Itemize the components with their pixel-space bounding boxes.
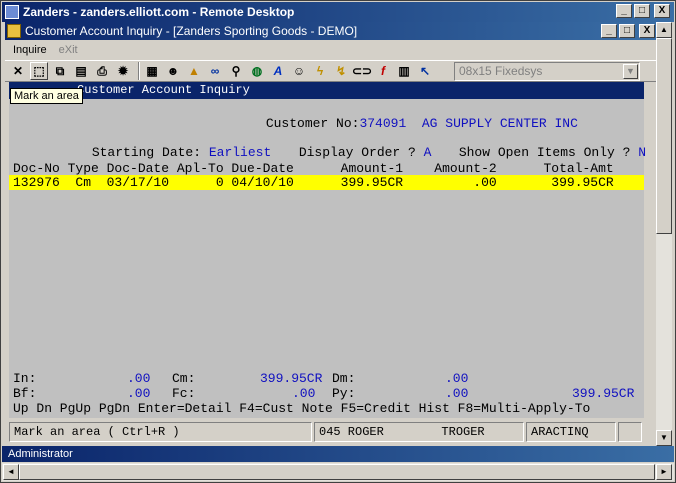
scroll-up-icon[interactable]: ▲ (656, 22, 672, 38)
rd-minimize-button[interactable]: _ (616, 4, 632, 18)
calculator-icon[interactable]: ▥ (395, 62, 413, 80)
toolbar-separator (138, 62, 140, 80)
in-value: .00 (127, 371, 151, 386)
starting-date-label: Starting Date: (91, 145, 202, 160)
rd-titlebar[interactable]: Zanders - zanders.elliott.com - Remote D… (2, 2, 674, 22)
settings-icon[interactable]: ✹ (114, 62, 132, 80)
dm-value: .00 (445, 371, 469, 386)
mark-area-icon[interactable]: ⬚ (30, 62, 48, 80)
dm-label: Dm: (332, 371, 356, 386)
horizontal-scroll-thumb[interactable] (19, 464, 655, 480)
terminal-title: Customer Account Inquiry (9, 82, 644, 99)
app-close-button[interactable]: X (639, 24, 655, 38)
status-program: ARACTINQ (526, 422, 616, 442)
customer-name: AG SUPPLY CENTER INC (421, 116, 578, 131)
close-x-icon[interactable]: ✕ (9, 62, 27, 80)
tooltip: Mark an area (10, 88, 83, 104)
cm-label: Cm: (172, 371, 196, 386)
bf-value: .00 (127, 386, 151, 401)
scroll-right-icon[interactable]: ► (656, 464, 672, 480)
toolbar: ✕ ⬚ ⧉ ▤ ⎙ ✹ ▦ ☻ ▲ ∞ ⚲ ◍ A ☺ ϟ ↯ ⊂⊃ f ▥ ↖… (5, 60, 657, 82)
chevron-down-icon[interactable]: ▼ (623, 64, 638, 79)
open-items-value[interactable]: N (638, 145, 646, 160)
scroll-down-icon[interactable]: ▼ (656, 430, 672, 446)
bf-label: Bf: (13, 386, 37, 401)
fc-value: .00 (292, 386, 316, 401)
py-label: Py: (332, 386, 356, 401)
paste-icon[interactable]: ▤ (72, 62, 90, 80)
font-select[interactable]: 08x15 Fixedsys ▼ (454, 62, 640, 81)
app-icon (7, 24, 21, 38)
customer-label: Customer No: (265, 116, 360, 131)
rd-maximize-button[interactable]: □ (634, 4, 650, 18)
menu-inquire[interactable]: Inquire (13, 44, 47, 56)
display-order-label: Display Order ? (298, 145, 416, 160)
customer-number: 374091 (359, 116, 407, 131)
vertical-scroll-thumb[interactable] (656, 38, 672, 234)
app-title: Customer Account Inquiry - [Zanders Spor… (25, 24, 358, 38)
print-icon[interactable]: ⎙ (93, 62, 111, 80)
rd-title: Zanders - zanders.elliott.com - Remote D… (23, 5, 295, 19)
link-icon[interactable]: ⊂⊃ (352, 62, 372, 80)
in-label: In: (13, 371, 37, 386)
app-minimize-button[interactable]: _ (601, 24, 617, 38)
face-icon[interactable]: ☺ (290, 62, 308, 80)
function-icon[interactable]: f (374, 62, 392, 80)
vertical-scrollbar[interactable]: ▲ ▼ (656, 22, 672, 446)
help-arrow-icon[interactable]: ↖ (416, 62, 434, 80)
status-message: Mark an area ( Ctrl+R ) (9, 422, 312, 442)
py-value: .00 (445, 386, 469, 401)
italic-a-icon[interactable]: A (269, 62, 287, 80)
globe-icon[interactable]: ◍ (248, 62, 266, 80)
status-extra (618, 422, 642, 442)
status-user: 045 ROGER TROGER (314, 422, 524, 442)
terminal-screen[interactable]: Customer Account Inquiry Customer No:374… (9, 82, 646, 418)
font-select-value: 08x15 Fixedsys (459, 64, 543, 78)
magnifier-icon[interactable]: ⚲ (227, 62, 245, 80)
remote-desktop-icon (5, 5, 19, 19)
cm-value: 399.95CR (260, 371, 323, 386)
app-maximize-button[interactable]: □ (619, 24, 635, 38)
notepad-icon[interactable]: ▦ (143, 62, 161, 80)
rd-close-button[interactable]: X (654, 4, 670, 18)
menu-exit[interactable]: eXit (59, 44, 78, 56)
person-icon[interactable]: ☻ (164, 62, 182, 80)
menubar: Inquire eXit (5, 40, 657, 60)
table-row[interactable]: 132976 Cm 03/17/10 0 04/10/10 399.95CR .… (13, 175, 614, 190)
total-value: 399.95CR (572, 386, 635, 401)
scroll-left-icon[interactable]: ◄ (3, 464, 19, 480)
app-titlebar[interactable]: Customer Account Inquiry - [Zanders Spor… (5, 22, 657, 40)
horizontal-scrollbar[interactable]: ◄ ► (2, 463, 674, 481)
alert-icon[interactable]: ▲ (185, 62, 203, 80)
flash-icon[interactable]: ↯ (332, 62, 350, 80)
open-items-label: Show Open Items Only ? (458, 145, 631, 160)
fc-label: Fc: (172, 386, 196, 401)
remote-desktop-window: Zanders - zanders.elliott.com - Remote D… (0, 0, 676, 483)
status-bar: Mark an area ( Ctrl+R ) 045 ROGER TROGER… (9, 422, 644, 442)
lightning-icon[interactable]: ϟ (311, 62, 329, 80)
rd-status-bar: Administrator (2, 446, 674, 462)
copy-icon[interactable]: ⧉ (51, 62, 69, 80)
column-headers: Doc-No Type Doc-Date Apl-To Due-Date Amo… (13, 161, 614, 176)
binoculars-icon[interactable]: ∞ (206, 62, 224, 80)
function-keys-help: Up Dn PgUp PgDn Enter=Detail F4=Cust Not… (13, 401, 591, 416)
